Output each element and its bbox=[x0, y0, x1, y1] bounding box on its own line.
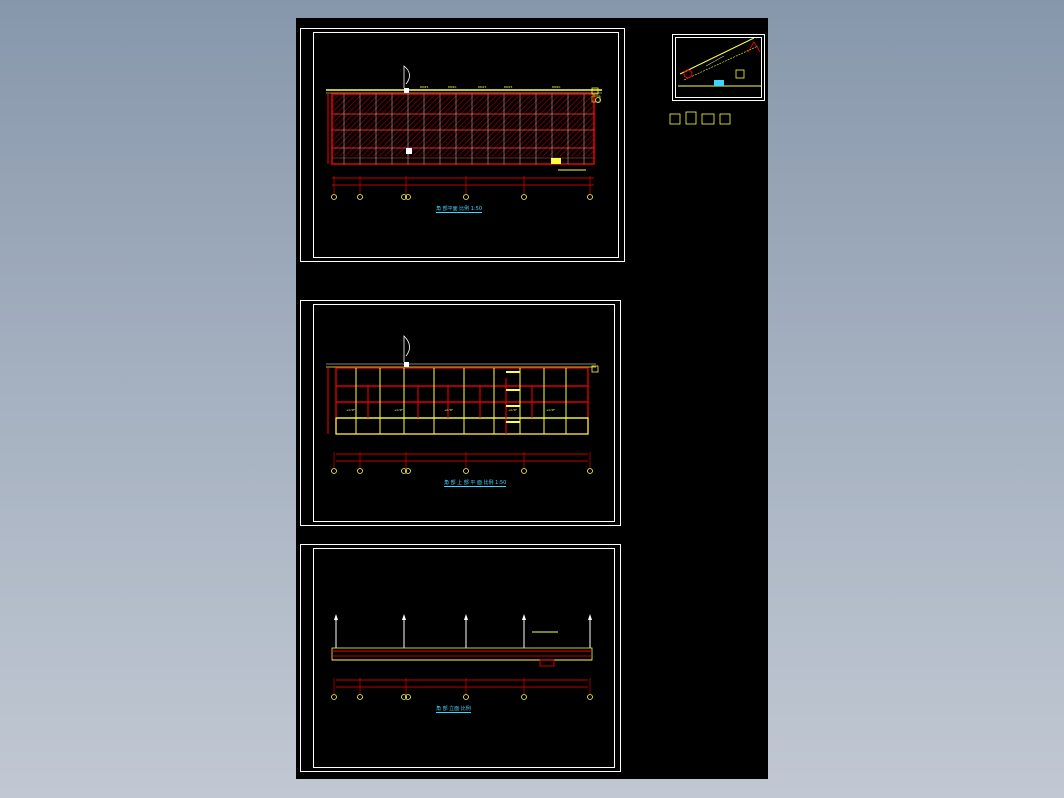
slab-label: +0.5F bbox=[394, 408, 404, 412]
detail-legend-boxes bbox=[669, 111, 731, 125]
pipe-tag: DN25 bbox=[420, 85, 429, 89]
sheet-caption: 角 部 立面 比例 bbox=[436, 706, 471, 713]
detail-drawing bbox=[678, 37, 762, 87]
slab-label: +0.5F bbox=[346, 408, 356, 412]
sheet-caption: 角 部平面 比例 1:50 bbox=[436, 206, 482, 213]
slab-label: +0.5F bbox=[546, 408, 556, 412]
elevation-drawing bbox=[331, 614, 593, 700]
pipe-tag: DN15 bbox=[504, 85, 513, 89]
slab-label: +0.5F bbox=[444, 408, 454, 412]
pipe-tag: DN15 bbox=[478, 85, 487, 89]
plan-middle-drawing bbox=[326, 335, 599, 474]
slab-label: +0.5F bbox=[508, 408, 518, 412]
cad-drawing-layer bbox=[326, 37, 762, 700]
drawing-canvas[interactable]: DN25 DN20 DN15 DN15 DN20 +0.5F +0.5F +0.… bbox=[296, 18, 768, 779]
pipe-tag: DN20 bbox=[448, 85, 457, 89]
plan-top-drawing bbox=[326, 65, 602, 200]
pipe-tag: DN20 bbox=[552, 85, 561, 89]
sheet-caption: 角 部 上 部 平 面 比例 1:50 bbox=[444, 480, 507, 487]
